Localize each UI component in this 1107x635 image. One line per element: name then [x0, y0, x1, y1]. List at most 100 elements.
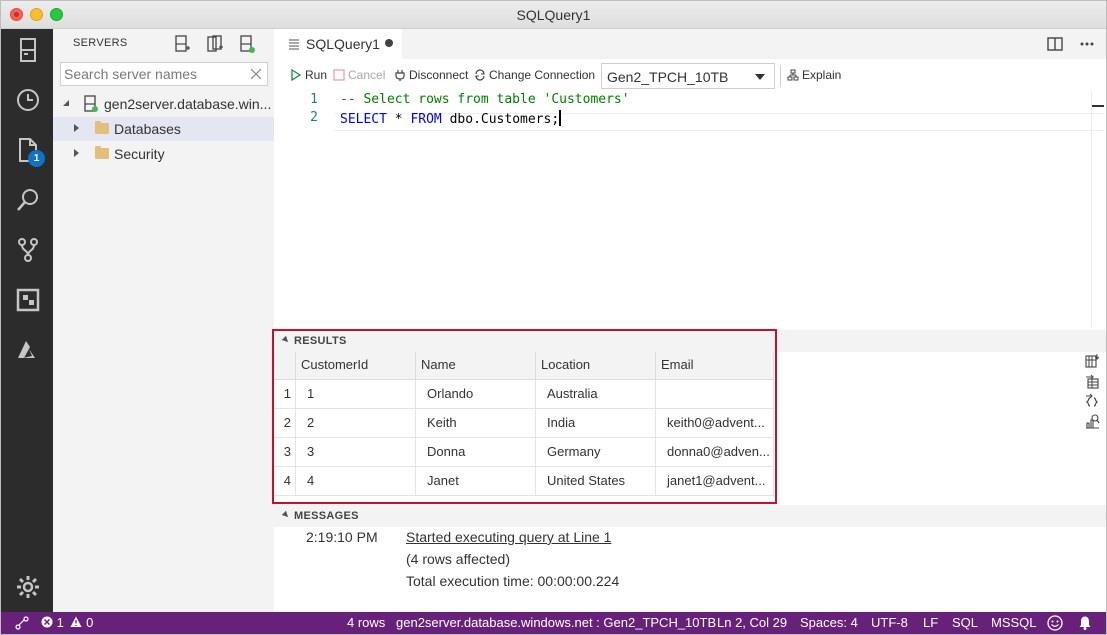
cell-email[interactable]: keith0@advent... [656, 409, 774, 438]
column-header[interactable]: Name [416, 352, 536, 380]
cell-name[interactable]: Donna [416, 438, 536, 467]
text-cursor [559, 110, 561, 126]
encoding-status[interactable]: UTF-8 [871, 615, 908, 630]
grid-header-row: CustomerId Name Location Email [274, 352, 774, 380]
clear-search-icon[interactable] [249, 67, 263, 81]
cell-name[interactable]: Keith [416, 409, 536, 438]
cell-email[interactable] [656, 380, 774, 409]
source-control-icon[interactable] [15, 237, 41, 263]
explain-button[interactable]: Explain [787, 68, 841, 82]
run-label: Run [305, 68, 328, 82]
eol-status[interactable]: LF [923, 615, 938, 630]
servers-icon[interactable] [15, 37, 41, 63]
azure-icon[interactable] [15, 337, 41, 363]
language-mode-status[interactable]: SQL [952, 615, 978, 630]
remote-connection-icon[interactable] [15, 616, 29, 630]
column-header[interactable]: Email [656, 352, 774, 380]
results-header[interactable]: RESULTS [274, 330, 1106, 352]
cancel-button[interactable]: Cancel [333, 68, 385, 82]
messages-header[interactable]: MESSAGES [274, 505, 1106, 527]
new-server-group-icon[interactable] [206, 34, 224, 54]
cell-customer-id[interactable]: 2 [296, 409, 416, 438]
tree-item-security[interactable]: Security [53, 142, 274, 166]
server-search-field[interactable] [60, 62, 268, 86]
split-editor-icon[interactable] [1046, 35, 1064, 53]
more-actions-icon[interactable] [1078, 35, 1096, 53]
sql-table-ref: dbo.Customers; [441, 112, 560, 127]
new-connection-icon[interactable] [173, 34, 191, 54]
tree-item-label: Security [114, 146, 165, 162]
collapse-arrow-icon[interactable] [281, 335, 291, 345]
expand-arrow-icon[interactable] [71, 123, 81, 133]
table-row[interactable]: 2 2 Keith India keith0@advent... [274, 409, 774, 438]
collapse-arrow-icon[interactable] [281, 510, 291, 520]
warning-icon [70, 616, 82, 627]
cell-customer-id[interactable]: 4 [296, 467, 416, 496]
cell-email[interactable]: janet1@advent... [656, 467, 774, 496]
cell-location[interactable]: Australia [536, 380, 656, 409]
results-grid[interactable]: CustomerId Name Location Email 1 1 Orlan… [274, 352, 774, 500]
collapse-arrow-icon[interactable] [61, 98, 71, 108]
results-title: RESULTS [294, 335, 347, 347]
tree-item-databases[interactable]: Databases [53, 117, 274, 141]
save-as-csv-icon[interactable] [1084, 353, 1100, 369]
expand-arrow-icon[interactable] [71, 148, 81, 158]
indentation-status[interactable]: Spaces: 4 [800, 615, 858, 630]
explorer-badge: 1 [28, 150, 45, 167]
provider-status[interactable]: MSSQL [991, 615, 1037, 630]
cell-location[interactable]: Germany [536, 438, 656, 467]
cell-name[interactable]: Orlando [416, 380, 536, 409]
cell-location[interactable]: United States [536, 467, 656, 496]
server-icon [84, 95, 98, 112]
error-icon [41, 616, 53, 628]
code-editor[interactable]: 1 2 -- Select rows from table 'Customers… [274, 90, 1106, 327]
tab-sqlquery1[interactable]: SQLQuery1 [274, 29, 402, 59]
connection-status[interactable]: gen2server.database.windows.net : Gen2_T… [396, 615, 716, 630]
app-window: SQLQuery1 1 SERVERS Search server names … [0, 0, 1107, 635]
settings-icon[interactable] [15, 574, 41, 600]
plug-icon [395, 70, 405, 81]
database-select[interactable]: Gen2_TPCH_10TB [601, 63, 775, 89]
active-connections-icon[interactable] [238, 34, 256, 54]
notifications-bell-icon[interactable] [1077, 615, 1093, 631]
tree-item-server[interactable]: gen2server.database.win... [53, 92, 274, 116]
cell-name[interactable]: Janet [416, 467, 536, 496]
table-row[interactable]: 1 1 Orlando Australia [274, 380, 774, 409]
problems-indicator[interactable]: 1 0 [41, 615, 93, 630]
cell-customer-id[interactable]: 1 [296, 380, 416, 409]
column-header[interactable]: Location [536, 352, 656, 380]
query-start-link[interactable]: Started executing query at Line 1 [406, 529, 611, 545]
cursor-position-status[interactable]: Ln 2, Col 29 [717, 615, 787, 630]
change-connection-button[interactable]: Change Connection [474, 68, 595, 82]
row-number: 1 [274, 380, 296, 409]
chart-view-icon[interactable] [1084, 413, 1100, 429]
column-header[interactable]: CustomerId [296, 352, 416, 380]
table-row[interactable]: 4 4 Janet United States janet1@advent... [274, 467, 774, 496]
window-title: SQLQuery1 [516, 7, 591, 23]
line-number: 1 [310, 92, 318, 107]
search-icon[interactable] [15, 187, 41, 213]
save-as-json-icon[interactable] [1084, 393, 1100, 409]
sql-keyword: SELECT [340, 112, 387, 127]
extensions-icon[interactable] [15, 287, 41, 313]
cell-customer-id[interactable]: 3 [296, 438, 416, 467]
tree-item-label: Databases [114, 121, 181, 137]
run-button[interactable]: Run [290, 68, 327, 82]
code-line-2: SELECT * FROM dbo.Customers; [340, 110, 561, 127]
editor-scrollbar[interactable] [1091, 90, 1105, 327]
cell-location[interactable]: India [536, 409, 656, 438]
server-search-input[interactable] [61, 63, 241, 85]
line-number: 2 [310, 110, 318, 125]
server-name-label: gen2server.database.win... [104, 96, 272, 112]
cell-email[interactable]: donna0@adven... [656, 438, 774, 467]
save-as-excel-icon[interactable] [1084, 373, 1100, 389]
disconnect-button[interactable]: Disconnect [394, 68, 468, 82]
table-row[interactable]: 3 3 Donna Germany donna0@adven... [274, 438, 774, 467]
message-timestamp: 2:19:10 PM [306, 529, 378, 545]
unsaved-dot-icon[interactable] [385, 39, 393, 47]
row-number: 4 [274, 467, 296, 496]
rows-affected-message: (4 rows affected) [406, 551, 511, 567]
history-icon[interactable] [15, 87, 41, 113]
feedback-smiley-icon[interactable] [1047, 615, 1063, 631]
cancel-label: Cancel [348, 68, 386, 82]
